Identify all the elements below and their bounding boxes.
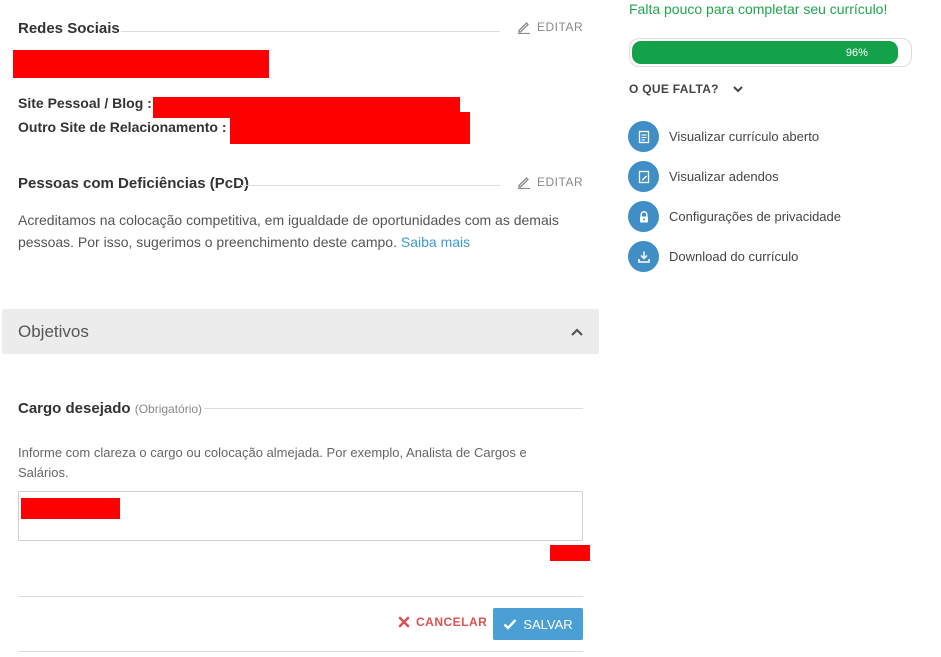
redacted-char-counter	[550, 545, 590, 561]
pcd-section-title: Pessoas com Deficiências (PcD)	[18, 175, 249, 192]
site-label: Site Pessoal / Blog :	[18, 95, 152, 111]
social-section-title: Redes Sociais	[18, 20, 120, 37]
cargo-title: Cargo desejado (Obrigatório)	[18, 400, 202, 417]
action-label: Download do currículo	[669, 249, 799, 264]
redacted-cargo-value	[21, 498, 120, 519]
chevron-down-icon	[733, 86, 743, 93]
chevron-up-icon	[571, 327, 583, 336]
lock-icon	[628, 201, 659, 232]
pcd-divider	[241, 185, 500, 186]
objectives-accordion-header[interactable]: Objetivos	[2, 309, 599, 354]
document-icon	[628, 121, 659, 152]
pencil-icon	[518, 22, 530, 34]
pencil-icon	[518, 177, 530, 189]
save-label: SALVAR	[523, 616, 573, 632]
progress-headline: Falta pouco para completar seu currículo…	[629, 1, 888, 17]
cargo-divider	[204, 408, 583, 409]
missing-title-text: O QUE FALTA?	[629, 82, 719, 96]
saiba-mais-link[interactable]: Saiba mais	[401, 234, 470, 250]
progress-percent-label: 96%	[845, 46, 868, 59]
cargo-hint: Informe com clareza o cargo ou colocação…	[18, 445, 527, 480]
pcd-description: Acreditamos na colocação competitiva, em…	[18, 209, 588, 253]
action-label: Visualizar currículo aberto	[669, 129, 820, 144]
pcd-edit-label: EDITAR	[537, 175, 584, 189]
social-divider	[121, 31, 500, 32]
action-label: Visualizar adendos	[669, 169, 779, 184]
form-divider-top	[18, 596, 583, 597]
action-privacy-settings[interactable]: Configurações de privacidade	[628, 201, 841, 232]
missing-toggle[interactable]: O QUE FALTA?	[629, 82, 743, 96]
addendum-icon	[628, 161, 659, 192]
pcd-edit-button[interactable]: EDITAR	[517, 175, 583, 189]
pcd-text: Acreditamos na colocação competitiva, em…	[18, 212, 559, 250]
cancel-button[interactable]: CANCELAR	[398, 615, 487, 629]
other-site-label: Outro Site de Relacionamento :	[18, 119, 227, 135]
action-view-addendums[interactable]: Visualizar adendos	[628, 161, 841, 192]
action-label: Configurações de privacidade	[669, 209, 841, 224]
save-button[interactable]: SALVAR	[493, 608, 583, 640]
progress-bar: 96%	[629, 38, 912, 67]
download-icon	[628, 241, 659, 272]
check-icon	[503, 619, 517, 630]
social-edit-button[interactable]: EDITAR	[517, 20, 583, 34]
cargo-title-text: Cargo desejado	[18, 400, 131, 417]
close-icon	[398, 616, 410, 628]
redacted-social-profile	[13, 50, 269, 78]
action-download-resume[interactable]: Download do currículo	[628, 241, 841, 272]
action-view-open-resume[interactable]: Visualizar currículo aberto	[628, 121, 841, 152]
cancel-label: CANCELAR	[416, 615, 488, 629]
cargo-required-tag: (Obrigatório)	[134, 402, 203, 416]
objectives-title: Objetivos	[18, 321, 89, 341]
redacted-other-site-value	[230, 112, 470, 144]
form-divider-bottom	[18, 651, 583, 652]
social-edit-label: EDITAR	[537, 20, 584, 34]
progress-bar-fill: 96%	[632, 41, 898, 64]
